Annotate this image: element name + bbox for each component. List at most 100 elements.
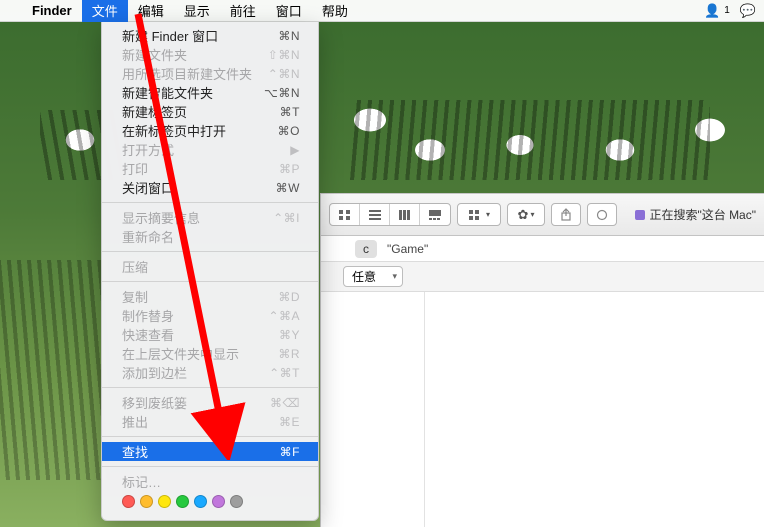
menu-item-label: 打印	[122, 159, 279, 178]
menu-item-label: 移到废纸篓	[122, 393, 270, 412]
arrange-button[interactable]: ▾	[458, 204, 500, 225]
search-criteria-bar: 任意	[321, 262, 764, 292]
menu-separator	[102, 466, 318, 467]
menu-item-label: 新建 Finder 窗口	[122, 26, 278, 45]
menu-item-label: 复制	[122, 287, 278, 306]
tag-color-dot[interactable]	[140, 495, 153, 508]
app-name[interactable]: Finder	[22, 3, 82, 18]
menu-item-label: 在新标签页中打开	[122, 121, 278, 140]
tag-color-dot[interactable]	[122, 495, 135, 508]
menu-item-shortcut: ⌘W	[276, 181, 300, 195]
menu-item-shortcut: ⌘Y	[279, 328, 300, 342]
menu-item: 新建文件夹⇧⌘N	[102, 45, 318, 64]
menu-item[interactable]: 关闭窗口⌘W	[102, 178, 318, 197]
tag-color-dot[interactable]	[176, 495, 189, 508]
menu-item-shortcut: ⌘E	[279, 415, 300, 429]
tag-color-dot[interactable]	[230, 495, 243, 508]
menu-item: 压缩	[102, 257, 318, 276]
scope-quoted-term: "Game"	[387, 242, 428, 256]
menu-separator	[102, 202, 318, 203]
menu-item-shortcut: ⌘F	[280, 445, 300, 459]
menu-item-shortcut: ⌘D	[278, 290, 300, 304]
menu-help[interactable]: 帮助	[312, 0, 358, 22]
user-badge: 1	[724, 5, 730, 16]
view-mode-group	[329, 203, 451, 226]
menu-item-label: 在上层文件夹中显示	[122, 344, 278, 363]
menu-edit[interactable]: 编辑	[128, 0, 174, 22]
finder-toolbar: ▾ ✿▾ 正在搜索"这台 Mac"	[321, 194, 764, 236]
menubar: Finder 文件 编辑 显示 前往 窗口 帮助 👤 1 💬	[0, 0, 764, 22]
results-column-2[interactable]	[425, 292, 764, 527]
tag-color-dot[interactable]	[158, 495, 171, 508]
share-button[interactable]	[551, 203, 581, 226]
criteria-select[interactable]: 任意	[343, 266, 403, 287]
user-icon[interactable]: 👤	[704, 3, 720, 19]
menu-separator	[102, 387, 318, 388]
menu-window[interactable]: 窗口	[266, 0, 312, 22]
search-status: 正在搜索"这台 Mac"	[635, 206, 756, 223]
menu-item[interactable]: 新建智能文件夹⌥⌘N	[102, 83, 318, 102]
view-columns-button[interactable]	[390, 204, 420, 225]
action-button[interactable]: ✿▾	[507, 203, 545, 226]
menu-item[interactable]: 查找⌘F	[102, 442, 318, 461]
menu-item-shortcut: ▶	[290, 143, 300, 157]
view-gallery-button[interactable]	[420, 204, 450, 225]
menu-item[interactable]: 新建 Finder 窗口⌘N	[102, 26, 318, 45]
menu-item-label: 打开方式	[122, 140, 290, 159]
menu-item: 添加到边栏⌃⌘T	[102, 363, 318, 382]
menu-item: 重新命名	[102, 227, 318, 246]
menu-item[interactable]: 在新标签页中打开⌘O	[102, 121, 318, 140]
menu-file[interactable]: 文件	[82, 0, 128, 22]
scope-pill[interactable]: c	[355, 240, 377, 258]
menu-item-label: 用所选项目新建文件夹	[122, 64, 268, 83]
menu-separator	[102, 281, 318, 282]
view-icons-button[interactable]	[330, 204, 360, 225]
menu-item-shortcut: ⌃⌘A	[268, 309, 300, 323]
search-scope-chip-icon	[635, 210, 645, 220]
menu-item-label: 新建智能文件夹	[122, 83, 264, 102]
results-area	[321, 292, 764, 527]
menu-item-shortcut: ⌃⌘I	[273, 211, 300, 225]
menu-item-label: 新建标签页	[122, 102, 280, 121]
status-icon[interactable]: 💬	[740, 3, 756, 19]
menubar-right: 👤 1 💬	[696, 3, 764, 19]
menu-item-shortcut: ⌘N	[278, 29, 300, 43]
menu-item: 打印⌘P	[102, 159, 318, 178]
menu-item-label: 查找	[122, 442, 280, 461]
menu-item-label: 显示摘要信息	[122, 208, 273, 227]
menu-item-label: 添加到边栏	[122, 363, 269, 382]
menu-item: 在上层文件夹中显示⌘R	[102, 344, 318, 363]
menu-item-shortcut: ⌘⌫	[270, 396, 300, 410]
menu-item: 标记…	[102, 472, 318, 491]
tag-color-dot[interactable]	[194, 495, 207, 508]
menu-item-shortcut: ⇧⌘N	[268, 48, 300, 62]
menu-item[interactable]: 新建标签页⌘T	[102, 102, 318, 121]
search-status-text: 正在搜索"这台 Mac"	[649, 206, 756, 223]
arrange-group: ▾	[457, 203, 501, 226]
menu-item-label: 关闭窗口	[122, 178, 276, 197]
menu-item: 制作替身⌃⌘A	[102, 306, 318, 325]
menu-view[interactable]: 显示	[174, 0, 220, 22]
file-menu-dropdown: 新建 Finder 窗口⌘N新建文件夹⇧⌘N用所选项目新建文件夹⌃⌘N新建智能文…	[101, 22, 319, 521]
criteria-select-value: 任意	[352, 268, 376, 285]
menu-item: 移到废纸篓⌘⌫	[102, 393, 318, 412]
view-list-button[interactable]	[360, 204, 390, 225]
menu-item-shortcut: ⌥⌘N	[264, 86, 300, 100]
menu-item-label: 制作替身	[122, 306, 268, 325]
menu-item-shortcut: ⌃⌘T	[269, 366, 300, 380]
menu-item-shortcut: ⌘R	[278, 347, 300, 361]
menu-item-shortcut: ⌘T	[280, 105, 300, 119]
tag-color-dot[interactable]	[212, 495, 225, 508]
menu-item: 复制⌘D	[102, 287, 318, 306]
tags-button[interactable]	[587, 203, 617, 226]
menu-item: 快速查看⌘Y	[102, 325, 318, 344]
menu-item: 用所选项目新建文件夹⌃⌘N	[102, 64, 318, 83]
menu-item: 推出⌘E	[102, 412, 318, 431]
results-column-1[interactable]	[321, 292, 425, 527]
menu-go[interactable]: 前往	[220, 0, 266, 22]
menu-item-shortcut: ⌘O	[278, 124, 300, 138]
menu-item: 显示摘要信息⌃⌘I	[102, 208, 318, 227]
menu-item-label: 快速查看	[122, 325, 279, 344]
menu-separator	[102, 251, 318, 252]
tags-color-row	[102, 491, 318, 516]
